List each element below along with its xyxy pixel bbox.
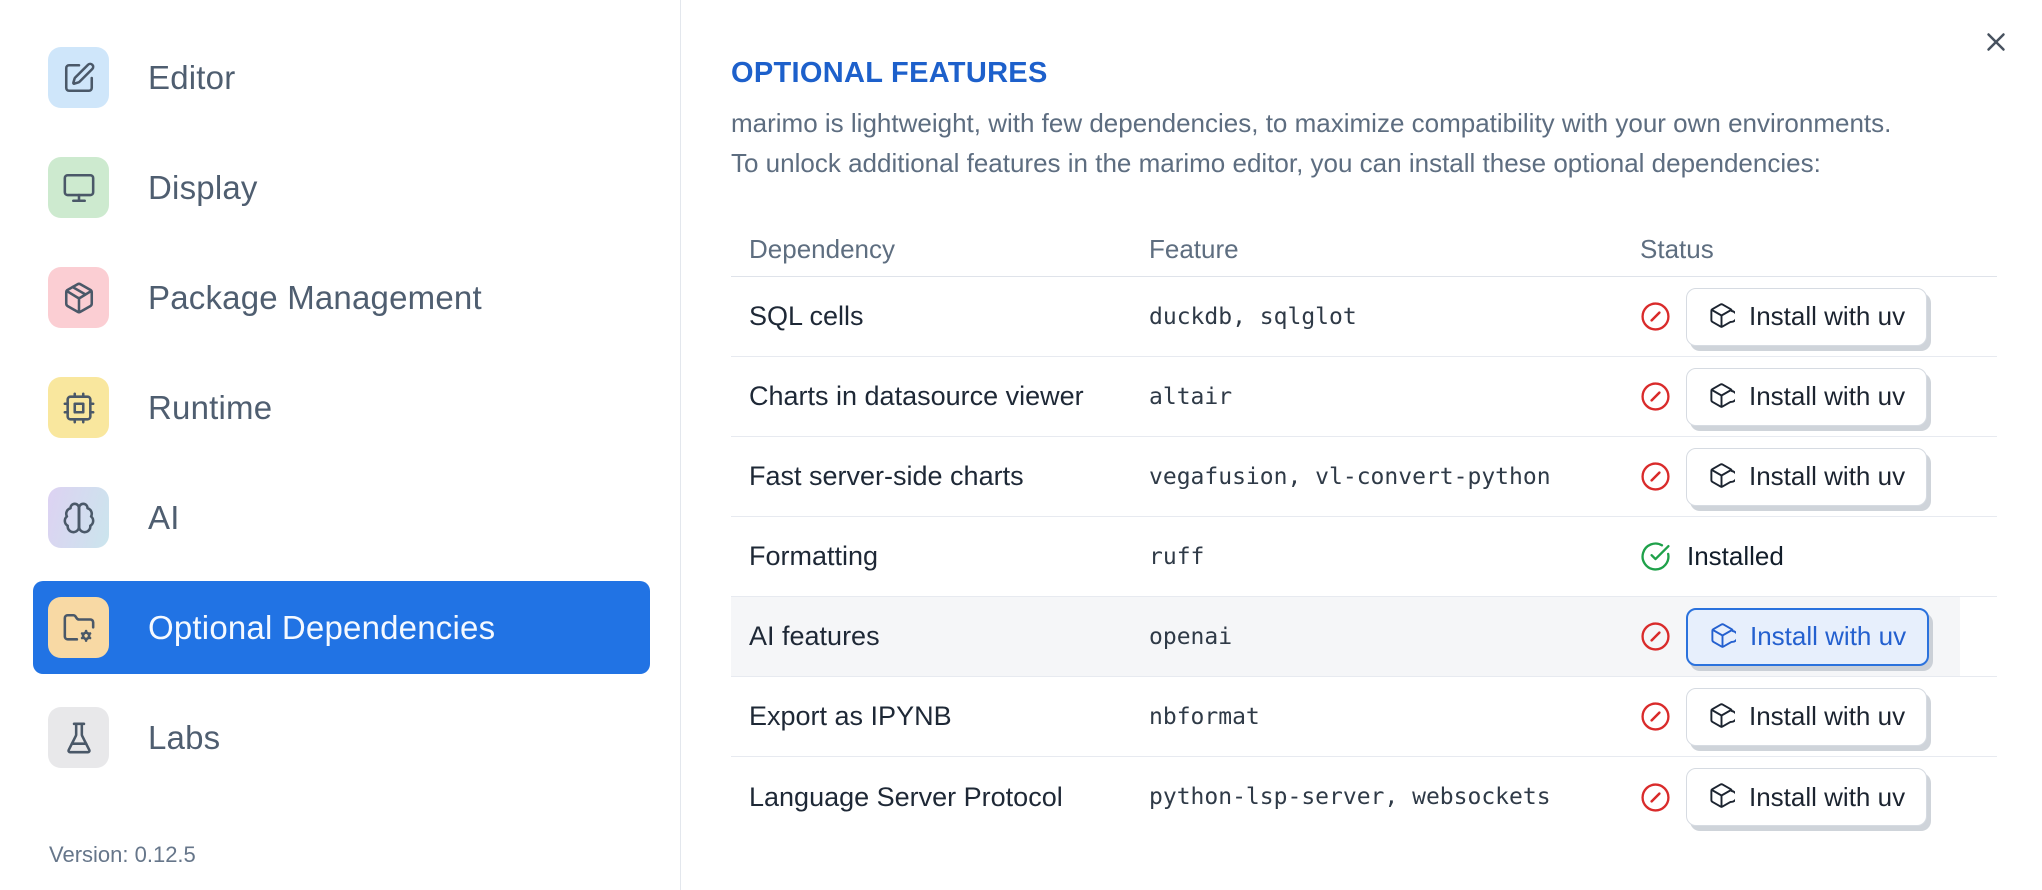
package-box-icon [1708, 702, 1738, 732]
table-row: SQL cells duckdb, sqlglot Install with u… [731, 277, 1997, 357]
sidebar-item-editor[interactable]: Editor [33, 31, 650, 124]
dependency-cell: Formatting [749, 541, 879, 571]
sidebar-item-runtime[interactable]: Runtime [33, 361, 650, 454]
installed-label: Installed [1687, 541, 1784, 571]
table-row: Language Server Protocol python-lsp-serv… [731, 757, 1997, 837]
dependency-cell: Language Server Protocol [749, 781, 1063, 812]
dependency-cell: Fast server-side charts [749, 461, 1024, 491]
install-with-uv-button[interactable]: Install with uv [1686, 687, 1928, 746]
dependency-cell: AI features [749, 621, 880, 651]
status-cell: Install with uv [1640, 367, 1997, 426]
description-line-1: marimo is lightweight, with few dependen… [731, 108, 1892, 138]
status-cell: Install with uv [1640, 768, 1997, 826]
not-installed-icon [1640, 381, 1671, 412]
feature-cell: ruff [1149, 543, 1205, 570]
dependency-cell: SQL cells [749, 301, 864, 331]
table-row: Formatting ruff Installed [731, 517, 1997, 597]
sidebar-item-package-management[interactable]: Package Management [33, 251, 650, 344]
sidebar-item-label: Optional Dependencies [148, 608, 496, 646]
header-status: Status [1640, 233, 1714, 264]
sidebar-item-labs[interactable]: Labs [33, 691, 650, 784]
cpu-icon [48, 377, 109, 438]
install-with-uv-button[interactable]: Install with uv [1686, 447, 1928, 506]
sidebar-item-label: Package Management [148, 278, 482, 316]
status-cell: Install with uv [1640, 287, 1997, 346]
sidebar-nav: Editor Display Package Management Runtim… [0, 0, 680, 784]
install-with-uv-button[interactable]: Install with uv [1686, 287, 1928, 346]
table-row: Export as IPYNB nbformat Install with uv [731, 677, 1997, 757]
install-button-label: Install with uv [1749, 461, 1906, 491]
sidebar-item-optional-dependencies[interactable]: Optional Dependencies [33, 581, 650, 674]
not-installed-icon [1640, 461, 1671, 492]
table-body: SQL cells duckdb, sqlglot Install with u… [731, 277, 1997, 837]
status-cell: Install with uv [1640, 607, 1997, 666]
package-box-icon [1708, 382, 1738, 412]
package-box-icon [1709, 622, 1739, 652]
feature-cell: openai [1149, 623, 1233, 650]
table-header-row: Dependency Feature Status [731, 222, 1997, 277]
feature-cell: vegafusion, vl-convert-python [1149, 463, 1551, 490]
package-box-icon [1708, 462, 1738, 492]
install-with-uv-button[interactable]: Install with uv [1686, 607, 1930, 666]
square-pen-icon [48, 47, 109, 108]
install-button-label: Install with uv [1749, 301, 1906, 331]
install-with-uv-button[interactable]: Install with uv [1686, 768, 1928, 826]
optional-features-panel: OPTIONAL FEATURES marimo is lightweight,… [682, 0, 2042, 890]
sidebar-item-label: AI [148, 498, 180, 536]
status-cell: Install with uv [1640, 687, 1997, 746]
installed-icon [1640, 541, 1671, 572]
not-installed-icon [1640, 301, 1671, 332]
page-title: OPTIONAL FEATURES [731, 57, 1048, 90]
monitor-icon [48, 157, 109, 218]
settings-dialog: Editor Display Package Management Runtim… [0, 0, 2042, 890]
status-cell: Installed [1640, 541, 1997, 572]
sidebar-item-label: Labs [148, 718, 221, 756]
package-icon [48, 267, 109, 328]
install-button-label: Install with uv [1749, 701, 1906, 731]
not-installed-icon [1640, 701, 1671, 732]
sidebar-item-label: Editor [148, 58, 236, 96]
install-button-label: Install with uv [1749, 781, 1906, 812]
install-button-label: Install with uv [1749, 381, 1906, 411]
header-dependency: Dependency [749, 233, 895, 264]
package-box-icon [1708, 782, 1738, 812]
version-label: Version: 0.12.5 [49, 842, 196, 867]
panel-description: marimo is lightweight, with few dependen… [731, 103, 1891, 183]
not-installed-icon [1640, 621, 1671, 652]
package-box-icon [1708, 302, 1738, 332]
close-icon [1981, 27, 2011, 60]
table-row: Fast server-side charts vegafusion, vl-c… [731, 437, 1997, 517]
folder-cog-icon [48, 597, 109, 658]
settings-sidebar: Editor Display Package Management Runtim… [0, 0, 681, 890]
sidebar-item-display[interactable]: Display [33, 141, 650, 234]
feature-cell: altair [1149, 383, 1233, 410]
feature-cell: nbformat [1149, 703, 1260, 730]
not-installed-icon [1640, 782, 1671, 813]
table-row: Charts in datasource viewer altair Insta… [731, 357, 1997, 437]
install-button-label: Install with uv [1750, 621, 1907, 651]
feature-cell: duckdb, sqlglot [1149, 303, 1357, 330]
flask-icon [48, 707, 109, 768]
close-button[interactable] [1979, 26, 2013, 60]
dependency-cell: Export as IPYNB [749, 701, 952, 731]
feature-cell: python-lsp-server, websockets [1149, 784, 1551, 810]
sidebar-item-ai[interactable]: AI [33, 471, 650, 564]
dependency-cell: Charts in datasource viewer [749, 381, 1084, 411]
sidebar-item-label: Runtime [148, 388, 273, 426]
sidebar-item-label: Display [148, 168, 258, 206]
dependencies-table: Dependency Feature Status SQL cells duck… [731, 222, 1997, 837]
brain-icon [48, 487, 109, 548]
description-line-2: To unlock additional features in the mar… [731, 148, 1821, 178]
status-cell: Install with uv [1640, 447, 1997, 506]
install-with-uv-button[interactable]: Install with uv [1686, 367, 1928, 426]
table-row: AI features openai Install with uv [731, 597, 1997, 677]
header-feature: Feature [1149, 233, 1239, 264]
